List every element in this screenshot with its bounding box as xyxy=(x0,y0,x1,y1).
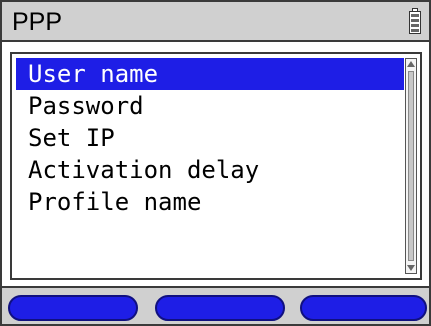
menu-list: User name Password Set IP Activation del… xyxy=(16,58,404,218)
softkey-bar xyxy=(2,286,429,324)
softkey-1-button[interactable] xyxy=(8,295,138,321)
menu-item-activation-delay[interactable]: Activation delay xyxy=(16,154,404,186)
menu-item-set-ip[interactable]: Set IP xyxy=(16,122,404,154)
device-screen: PPP User name Password Set IP Activation… xyxy=(0,0,431,326)
menu-item-user-name[interactable]: User name xyxy=(16,58,404,90)
softkey-3-button[interactable] xyxy=(300,295,427,321)
page-title: PPP xyxy=(12,8,63,36)
menu-item-password[interactable]: Password xyxy=(16,90,404,122)
menu-panel: User name Password Set IP Activation del… xyxy=(10,52,422,280)
scroll-up-arrow-icon[interactable] xyxy=(407,61,415,67)
scroll-thumb[interactable] xyxy=(408,71,414,261)
title-bar: PPP xyxy=(2,2,429,42)
scrollbar[interactable] xyxy=(405,58,417,274)
scroll-down-arrow-icon[interactable] xyxy=(407,265,415,271)
softkey-2-button[interactable] xyxy=(155,295,285,321)
battery-icon xyxy=(409,8,421,34)
menu-item-profile-name[interactable]: Profile name xyxy=(16,186,404,218)
